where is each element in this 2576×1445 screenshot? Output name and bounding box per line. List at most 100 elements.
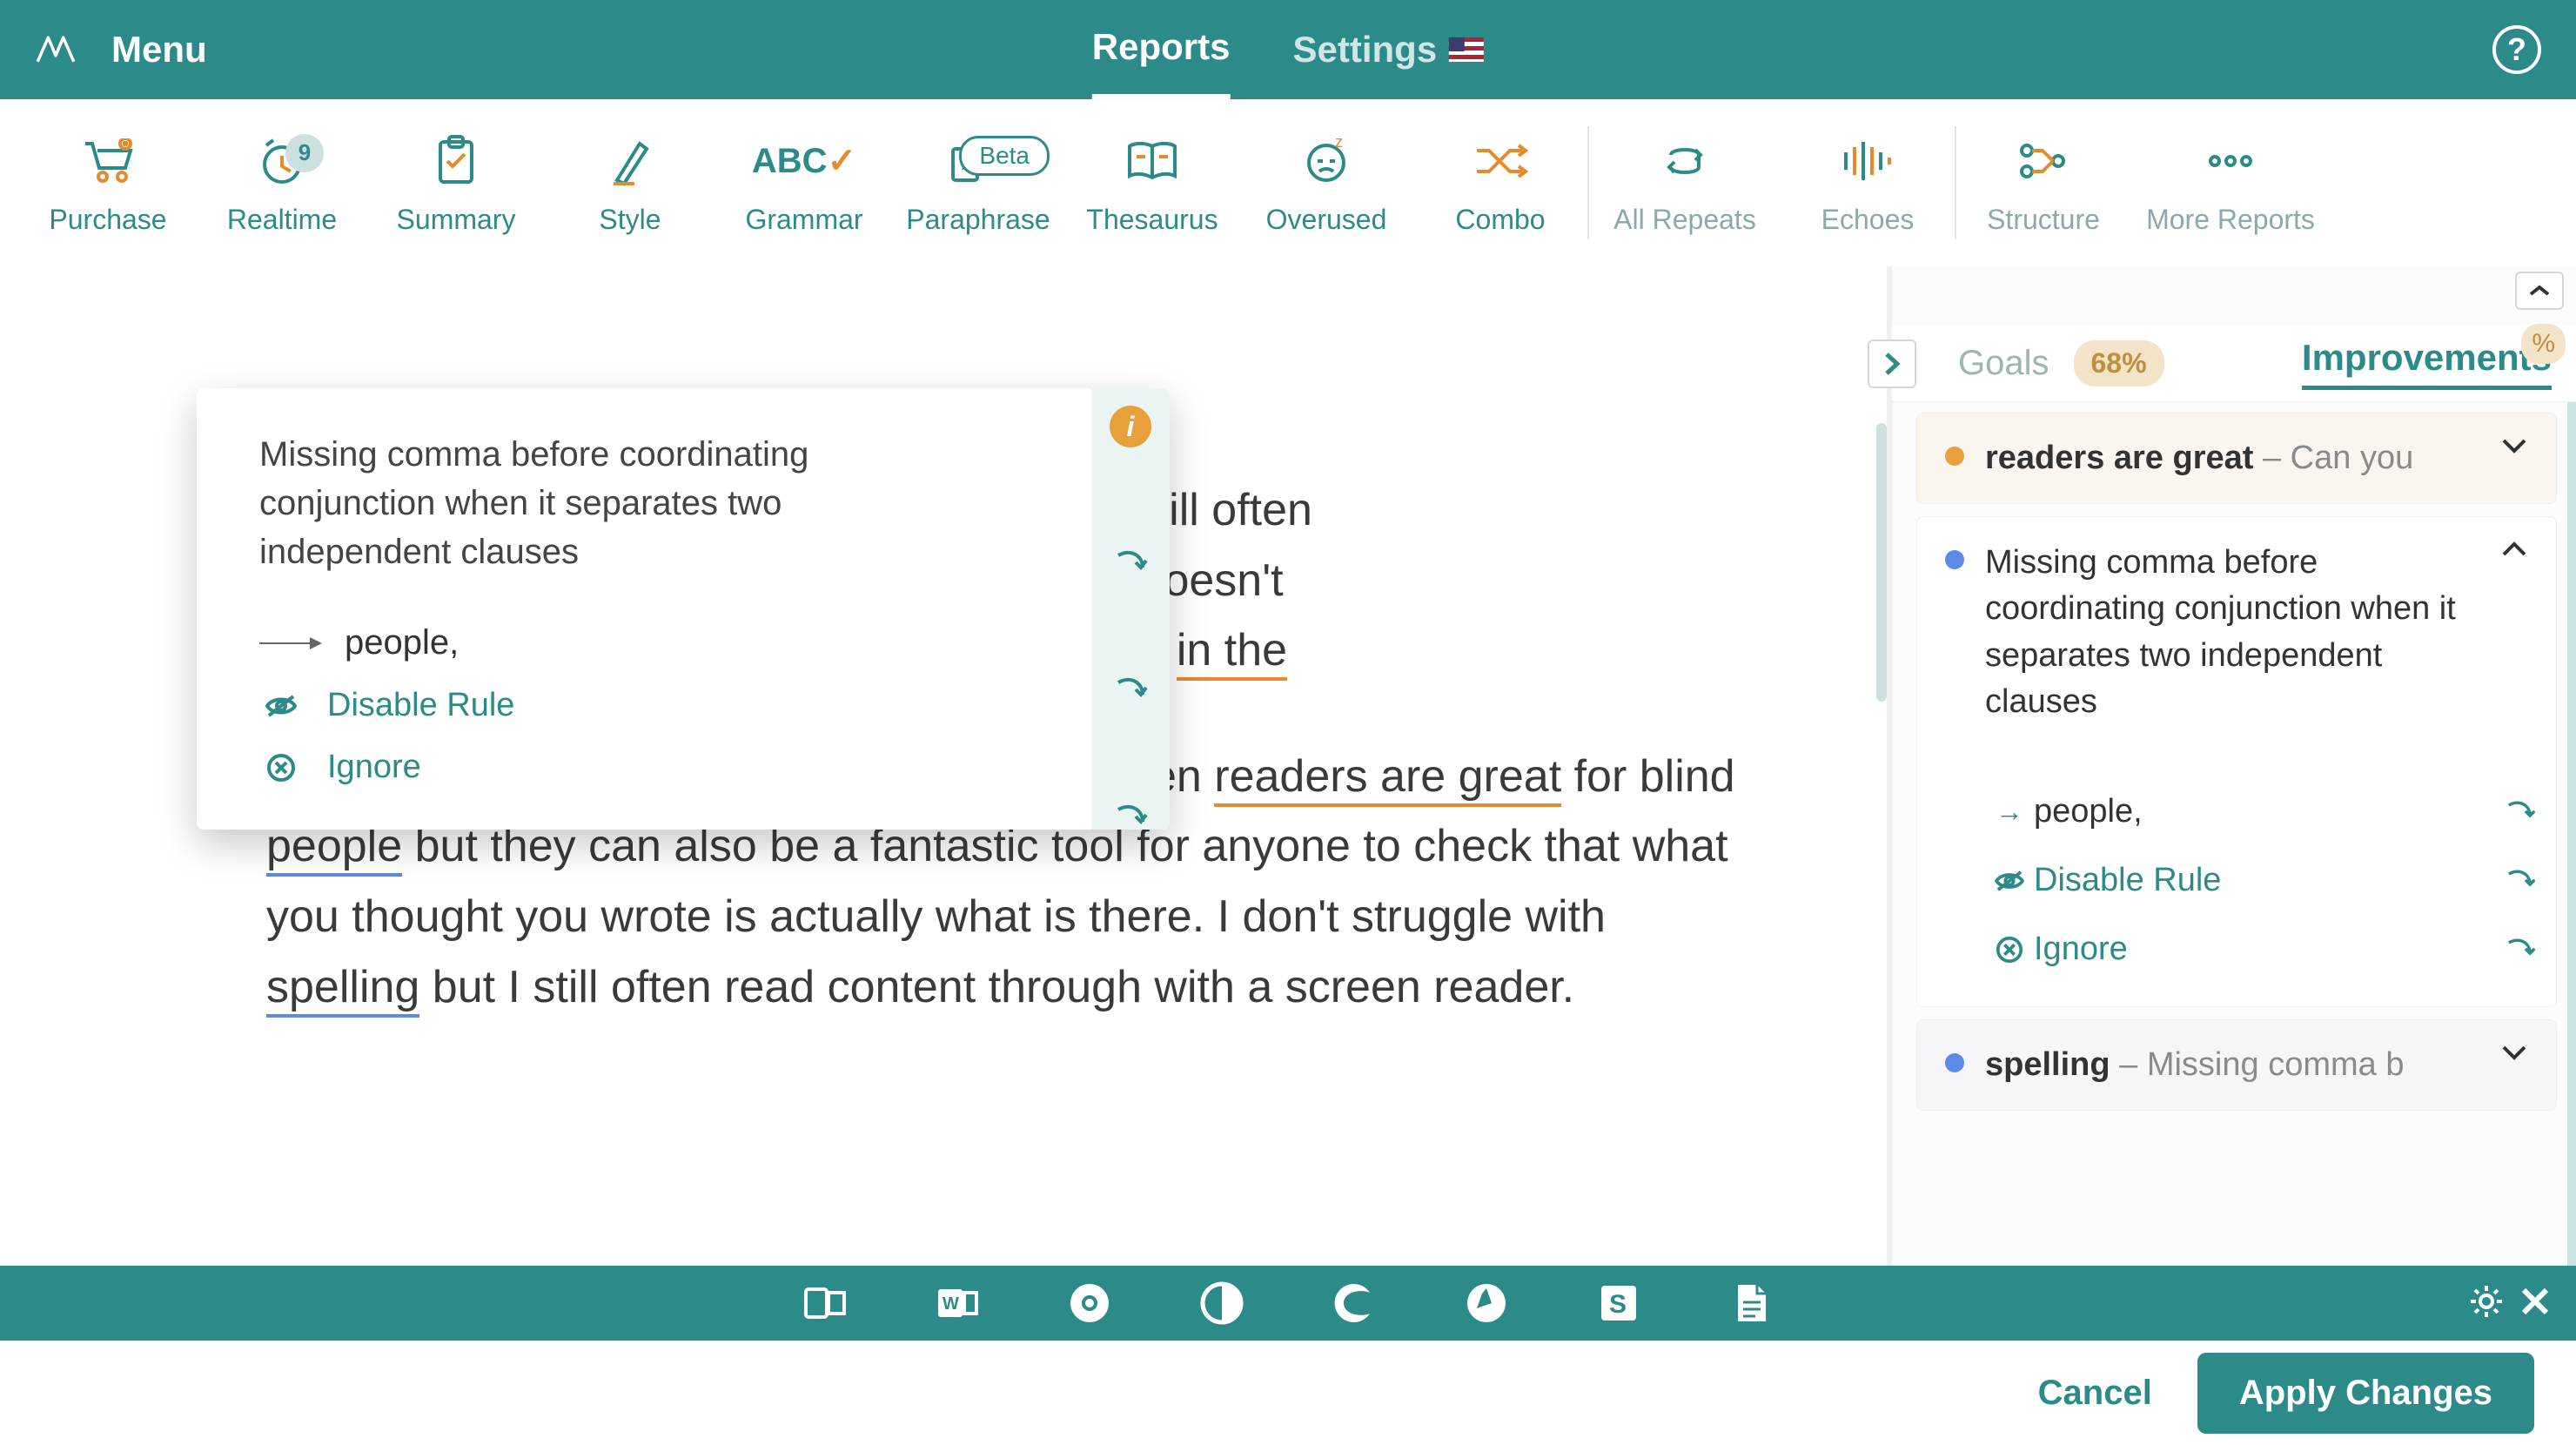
issue-replacement-row[interactable]: → people, xyxy=(1985,777,2535,846)
app-logo-icon xyxy=(28,22,84,77)
cancel-button[interactable]: Cancel xyxy=(2038,1374,2152,1413)
top-tabs: Reports Settings xyxy=(1092,0,1484,99)
tool-label: All Repeats xyxy=(1613,204,1756,236)
help-icon[interactable]: ? xyxy=(2492,25,2541,74)
tool-grammar[interactable]: ABC✓ Grammar xyxy=(717,131,891,236)
toolbar-right-group: All Repeats Echoes Structure More Report… xyxy=(1589,126,2331,239)
issue-item[interactable]: readers are great – Can you xyxy=(1916,413,2557,504)
tool-thesaurus[interactable]: Thesaurus xyxy=(1065,131,1239,236)
tab-reports[interactable]: Reports xyxy=(1092,0,1231,99)
issue-item[interactable]: spelling – Missing comma b xyxy=(1916,1019,2557,1111)
tool-paraphrase[interactable]: Beta AB Paraphrase xyxy=(891,131,1065,236)
structure-icon xyxy=(2015,131,2072,192)
sidebar-expand-button[interactable] xyxy=(1868,339,1916,388)
issue-ignore[interactable]: Ignore xyxy=(1985,915,2535,984)
issue-description: Missing comma before coordinating conjun… xyxy=(1985,540,2479,725)
document-icon[interactable] xyxy=(1727,1279,1775,1327)
issue-summary: spelling – Missing comma b xyxy=(1985,1043,2479,1087)
chevron-up-icon[interactable] xyxy=(2500,540,2535,563)
goals-tab[interactable]: Goals xyxy=(1958,344,2049,383)
edge-icon[interactable] xyxy=(1330,1279,1379,1327)
improvements-sidebar: Goals 68% Improvements % readers are gre… xyxy=(1892,266,2576,1266)
redo-icon[interactable] xyxy=(1113,803,1148,829)
popup-replacement-row[interactable]: people, xyxy=(259,611,1046,675)
collapse-up-button[interactable] xyxy=(2515,272,2564,310)
tool-label: Realtime xyxy=(227,204,337,236)
tool-label: Overused xyxy=(1266,204,1387,236)
tool-more-reports[interactable]: More Reports xyxy=(2130,126,2331,239)
main-content: Missing comma before coordinating conjun… xyxy=(0,266,2576,1266)
popup-title: Missing comma before coordinating conjun… xyxy=(259,430,886,576)
tired-icon: z xyxy=(1302,131,1351,192)
tab-settings[interactable]: Settings xyxy=(1293,0,1485,99)
word-icon[interactable]: W xyxy=(933,1279,982,1327)
underline-blue: spelling xyxy=(266,962,419,1018)
tool-label: Thesaurus xyxy=(1086,204,1218,236)
underline-orange: in the xyxy=(1177,625,1287,681)
issue-disable-rule[interactable]: Disable Rule xyxy=(1985,846,2535,915)
firefox-icon[interactable] xyxy=(1197,1279,1246,1327)
gear-icon[interactable] xyxy=(2468,1283,2505,1324)
repeat-icon xyxy=(1660,131,1709,192)
chevron-down-icon[interactable] xyxy=(2500,1043,2535,1066)
suggestion-popup: Missing comma before coordinating conjun… xyxy=(197,388,1170,830)
outlook-icon[interactable]: O xyxy=(801,1279,849,1327)
popup-disable-rule[interactable]: Disable Rule xyxy=(259,675,1046,736)
tool-overused[interactable]: z Overused xyxy=(1239,131,1413,236)
chrome-icon[interactable] xyxy=(1065,1279,1114,1327)
issue-dot-icon xyxy=(1945,550,1964,569)
echo-icon xyxy=(1837,131,1898,192)
tool-purchase[interactable]: Purchase xyxy=(21,131,195,236)
safari-icon[interactable] xyxy=(1462,1279,1511,1327)
extra-percent-chip: % xyxy=(2521,324,2566,364)
redo-icon[interactable] xyxy=(2504,793,2535,830)
scrivener-icon[interactable]: S xyxy=(1594,1279,1643,1327)
redo-icon[interactable] xyxy=(1113,675,1148,702)
tool-label: Grammar xyxy=(745,204,862,236)
popup-disable-label: Disable Rule xyxy=(327,687,514,724)
info-icon[interactable]: i xyxy=(1110,406,1151,447)
popup-replacement-text: people, xyxy=(345,623,459,662)
tool-echoes[interactable]: Echoes xyxy=(1781,126,1955,239)
redo-icon[interactable] xyxy=(2504,862,2535,899)
underline-orange: readers are great xyxy=(1214,751,1561,807)
tab-settings-label: Settings xyxy=(1293,29,1438,71)
toolbar-left-group: Purchase 9 Realtime Summary Style ABC✓ G… xyxy=(21,131,1587,236)
improvements-tab[interactable]: Improvements xyxy=(2302,337,2552,390)
close-icon[interactable] xyxy=(2519,1285,2552,1322)
tool-label: Paraphrase xyxy=(906,204,1050,236)
tool-combo[interactable]: Combo xyxy=(1413,131,1587,236)
tool-structure[interactable]: Structure xyxy=(1956,126,2130,239)
tool-label: More Reports xyxy=(2146,204,2315,236)
pen-icon xyxy=(608,131,652,192)
realtime-badge: 9 xyxy=(285,134,324,172)
issue-dot-icon xyxy=(1945,447,1964,466)
scrollbar[interactable] xyxy=(1876,423,1887,702)
tool-all-repeats[interactable]: All Repeats xyxy=(1589,126,1781,239)
apply-changes-button[interactable]: Apply Changes xyxy=(2197,1353,2534,1434)
arrow-right-icon xyxy=(259,642,320,644)
x-circle-icon xyxy=(1985,935,2034,964)
redo-icon[interactable] xyxy=(1113,548,1148,575)
tool-label: Style xyxy=(599,204,661,236)
abc-icon: ABC✓ xyxy=(752,131,856,192)
chevron-down-icon[interactable] xyxy=(2500,436,2535,460)
editor-area: Missing comma before coordinating conjun… xyxy=(0,266,1892,1266)
beta-badge: Beta xyxy=(959,136,1050,176)
arrow-right-icon: → xyxy=(1985,796,2034,828)
clipboard-icon xyxy=(433,131,479,192)
tool-label: Combo xyxy=(1455,204,1545,236)
redo-icon[interactable] xyxy=(2504,931,2535,968)
tool-realtime[interactable]: 9 Realtime xyxy=(195,131,369,236)
popup-ignore-label: Ignore xyxy=(327,749,421,786)
popup-ignore[interactable]: Ignore xyxy=(259,736,1046,798)
flag-icon xyxy=(1449,37,1484,62)
popup-sidebar: i xyxy=(1091,388,1170,830)
menu-label[interactable]: Menu xyxy=(111,29,207,71)
tool-summary[interactable]: Summary xyxy=(369,131,543,236)
goals-percent: 68% xyxy=(2074,340,2164,386)
tool-style[interactable]: Style xyxy=(543,131,717,236)
sidebar-header: Goals 68% Improvements xyxy=(1892,326,2576,402)
shuffle-icon xyxy=(1472,131,1529,192)
svg-text:W: W xyxy=(943,1294,959,1314)
